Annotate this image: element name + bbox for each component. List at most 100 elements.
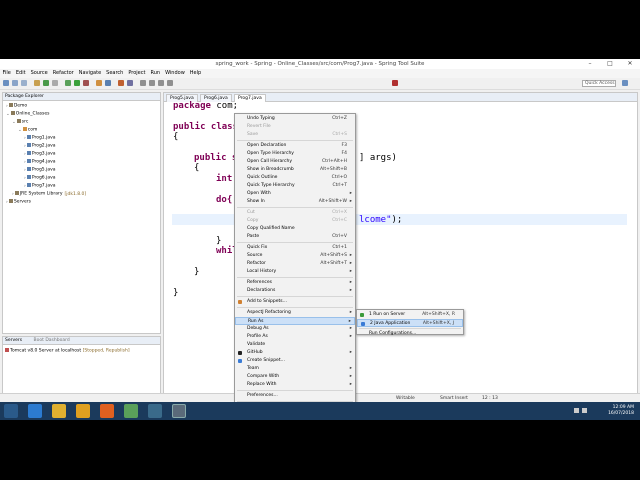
minimize-icon[interactable]: – [580,59,600,69]
tree-arrow-icon[interactable]: › [24,152,26,157]
servers-tab[interactable]: Servers [5,338,22,343]
tree-arrow-icon[interactable]: › [6,200,8,205]
spring-tool-suite-icon[interactable] [124,404,138,418]
menu-item-revert-file[interactable]: Revert File [235,123,355,131]
menu-item-github[interactable]: GitHub ▸ [235,349,355,357]
new-class-icon[interactable] [105,80,111,86]
tree-item[interactable]: › Prog6.java [24,175,56,181]
new-icon[interactable] [3,80,9,86]
menu-item-source[interactable]: Source Alt+Shift+S ▸ [235,252,355,260]
menu-item-show-in-breadcrumb[interactable]: Show in Breadcrumb Alt+Shift+B [235,166,355,174]
run-icon[interactable] [74,80,80,86]
menu-item-copy[interactable]: Copy Ctrl+C [235,217,355,225]
tree-arrow-icon[interactable]: › [24,184,26,189]
menu-source[interactable]: Source [28,69,50,78]
menu-item-aspectj-refactoring[interactable]: AspectJ Refactoring ▸ [235,309,355,317]
debug-icon[interactable] [65,80,71,86]
menu-item-paste[interactable]: Paste Ctrl+V [235,233,355,241]
app-icon[interactable] [148,404,162,418]
tree-item[interactable]: › Prog7.java [24,183,56,189]
network-icon[interactable] [574,408,579,413]
open-type-icon[interactable] [118,80,124,86]
maximize-icon[interactable]: □ [600,59,620,69]
app-active-icon[interactable] [172,404,186,418]
menu-edit[interactable]: Edit [13,69,28,78]
menu-item-validate[interactable]: Validate [235,341,355,349]
menu-item-run-as[interactable]: Run As ▸ [235,317,355,325]
menu-item-run-configurations[interactable]: Run Configurations... [357,330,463,338]
ie-icon[interactable] [28,404,42,418]
menu-item-quick-type-hierarchy[interactable]: Quick Type Hierarchy Ctrl+T [235,182,355,190]
chrome-icon[interactable] [52,404,66,418]
save-icon[interactable] [12,80,18,86]
server-row[interactable]: Tomcat v8.0 Server at localhost [Stopped… [5,348,130,354]
save-all-icon[interactable] [21,80,27,86]
menu-help[interactable]: Help [187,69,203,78]
spring-icon[interactable] [392,80,398,86]
tree-arrow-icon[interactable]: › [6,104,8,109]
close-icon[interactable]: ✕ [620,59,640,69]
menu-item-preferences[interactable]: Preferences... [235,392,355,400]
quick-access-input[interactable]: Quick Access [582,80,616,87]
tree-arrow-icon[interactable]: ⌄ [18,128,22,133]
external-tools-icon[interactable] [83,80,89,86]
back-icon[interactable] [158,80,164,86]
menu-refactor[interactable]: Refactor [50,69,76,78]
annotation-icon[interactable] [140,80,146,86]
new-package-icon[interactable] [96,80,102,86]
next-annotation-icon[interactable] [149,80,155,86]
volume-icon[interactable] [582,408,587,413]
tree-item[interactable]: ⌄ com [18,127,37,133]
menu-item-2-java-application[interactable]: 2 Java Application Alt+Shift+X, J [357,319,463,327]
menu-item-declarations[interactable]: Declarations ▸ [235,287,355,295]
firefox-icon[interactable] [100,404,114,418]
menu-item-show-in[interactable]: Show In Alt+Shift+W ▸ [235,198,355,206]
tree-arrow-icon[interactable]: › [24,176,26,181]
menu-item-open-with[interactable]: Open With ▸ [235,190,355,198]
menu-search[interactable]: Search [104,69,126,78]
tree-arrow-icon[interactable]: › [24,160,26,165]
menu-item-undo-typing[interactable]: Undo Typing Ctrl+Z [235,115,355,123]
package-explorer-tab[interactable]: Package Explorer [3,93,160,101]
toggle-icon[interactable] [52,80,58,86]
tree-arrow-icon[interactable]: › [12,192,14,197]
clock[interactable]: 12:09 AM 16/07/2018 [608,405,634,417]
tree-item[interactable]: › JRE System Library [jdk1.8.0] [12,191,86,197]
menu-file[interactable]: File [0,69,13,78]
menu-item-open-call-hierarchy[interactable]: Open Call Hierarchy Ctrl+Alt+H [235,158,355,166]
menu-project[interactable]: Project [126,69,148,78]
build-icon[interactable] [34,80,40,86]
menu-item-quick-fix[interactable]: Quick Fix Ctrl+1 [235,244,355,252]
menu-item-debug-as[interactable]: Debug As ▸ [235,325,355,333]
menu-item-save[interactable]: Save Ctrl+S [235,131,355,139]
perspective-icon[interactable] [622,80,628,86]
menu-item-add-to-snippets[interactable]: Add to Snippets... [235,298,355,306]
tree-arrow-icon[interactable]: › [24,144,26,149]
tree-item[interactable]: › Prog2.java [24,143,56,149]
menu-item-refactor[interactable]: Refactor Alt+Shift+T ▸ [235,260,355,268]
menu-item-create-snippet[interactable]: Create Snippet... [235,357,355,365]
menu-item-cut[interactable]: Cut Ctrl+X [235,209,355,217]
tree-item[interactable]: › Prog1.java [24,135,56,141]
tree-arrow-icon[interactable]: ⌄ [12,120,16,125]
menu-navigate[interactable]: Navigate [76,69,103,78]
menu-item-local-history[interactable]: Local History ▸ [235,268,355,276]
menu-item-team[interactable]: Team ▸ [235,365,355,373]
menu-run[interactable]: Run [148,69,163,78]
boot-dashboard-tab[interactable]: Boot Dashboard [34,338,70,343]
explorer-icon[interactable] [76,404,90,418]
menu-item-open-declaration[interactable]: Open Declaration F3 [235,142,355,150]
menu-item-references[interactable]: References ▸ [235,279,355,287]
menu-item-1-run-on-server[interactable]: 1 Run on Server Alt+Shift+X, R [357,311,463,319]
tree-item[interactable]: › Prog3.java [24,151,56,157]
tree-item[interactable]: ⌄ src [12,119,28,125]
windows-start-icon[interactable] [4,404,18,418]
menu-window[interactable]: Window [163,69,188,78]
tree-item[interactable]: › Prog4.java [24,159,56,165]
search-icon[interactable] [127,80,133,86]
tree-item[interactable]: › Demo [6,103,27,109]
menu-item-open-type-hierarchy[interactable]: Open Type Hierarchy F4 [235,150,355,158]
tree-item[interactable]: › Prog5.java [24,167,56,173]
tab-prog7-java[interactable]: Prog7.java [234,94,266,102]
forward-icon[interactable] [167,80,173,86]
